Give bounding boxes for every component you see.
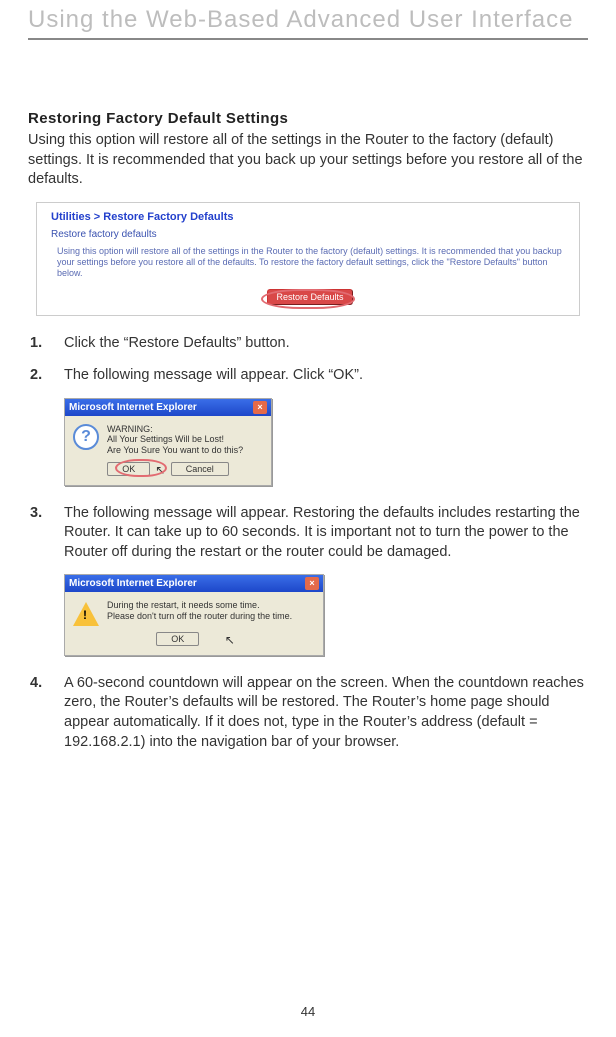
intro-text: Using this option will restore all of th… (28, 131, 588, 190)
warning-icon (73, 602, 99, 626)
section-heading: Restoring Factory Default Settings (28, 110, 588, 127)
step-number: 1. (30, 334, 46, 354)
dialog-line: During the restart, it needs some time. (107, 600, 292, 611)
step-3: 3. The following message will appear. Re… (30, 504, 588, 563)
cursor-icon: ↖ (225, 633, 235, 647)
dialog-line: Are You Sure You want to do this? (107, 445, 243, 456)
step-number: 4. (30, 674, 46, 752)
close-icon[interactable]: × (253, 401, 267, 414)
breadcrumb: Utilities > Restore Factory Defaults (51, 211, 569, 223)
ok-button[interactable]: OK (107, 462, 150, 476)
chapter-title: Using the Web-Based Advanced User Interf… (28, 0, 588, 40)
restore-defaults-button[interactable]: Restore Defaults (267, 289, 352, 305)
cursor-icon: ↖ (155, 463, 165, 477)
cancel-button[interactable]: Cancel (171, 462, 229, 476)
step-2: 2. The following message will appear. Cl… (30, 366, 588, 386)
question-icon: ? (73, 424, 99, 450)
step-number: 3. (30, 504, 46, 563)
step-text: A 60-second countdown will appear on the… (64, 674, 588, 752)
dialog-message: WARNING: All Your Settings Will be Lost!… (107, 424, 243, 456)
dialog-line: WARNING: (107, 424, 243, 435)
dialog-line: Please don't turn off the router during … (107, 611, 292, 622)
dialog-message: During the restart, it needs some time. … (107, 600, 292, 622)
step-1: 1. Click the “Restore Defaults” button. (30, 334, 588, 354)
utilities-subheading: Restore factory defaults (51, 229, 569, 240)
step-text: The following message will appear. Resto… (64, 504, 588, 563)
step-number: 2. (30, 366, 46, 386)
dialog-warning: Microsoft Internet Explorer × ? WARNING:… (64, 398, 272, 486)
ok-button[interactable]: OK (156, 632, 199, 646)
step-text: Click the “Restore Defaults” button. (64, 334, 588, 354)
dialog-line: All Your Settings Will be Lost! (107, 434, 243, 445)
dialog-title: Microsoft Internet Explorer (69, 402, 197, 413)
page-number: 44 (301, 1004, 315, 1019)
dialog-restart: Microsoft Internet Explorer × During the… (64, 574, 324, 656)
close-icon[interactable]: × (305, 577, 319, 590)
step-4: 4. A 60-second countdown will appear on … (30, 674, 588, 752)
utilities-pane: Utilities > Restore Factory Defaults Res… (36, 202, 580, 317)
step-text: The following message will appear. Click… (64, 366, 588, 386)
utilities-body-text: Using this option will restore all of th… (57, 246, 569, 280)
dialog-title: Microsoft Internet Explorer (69, 578, 197, 589)
